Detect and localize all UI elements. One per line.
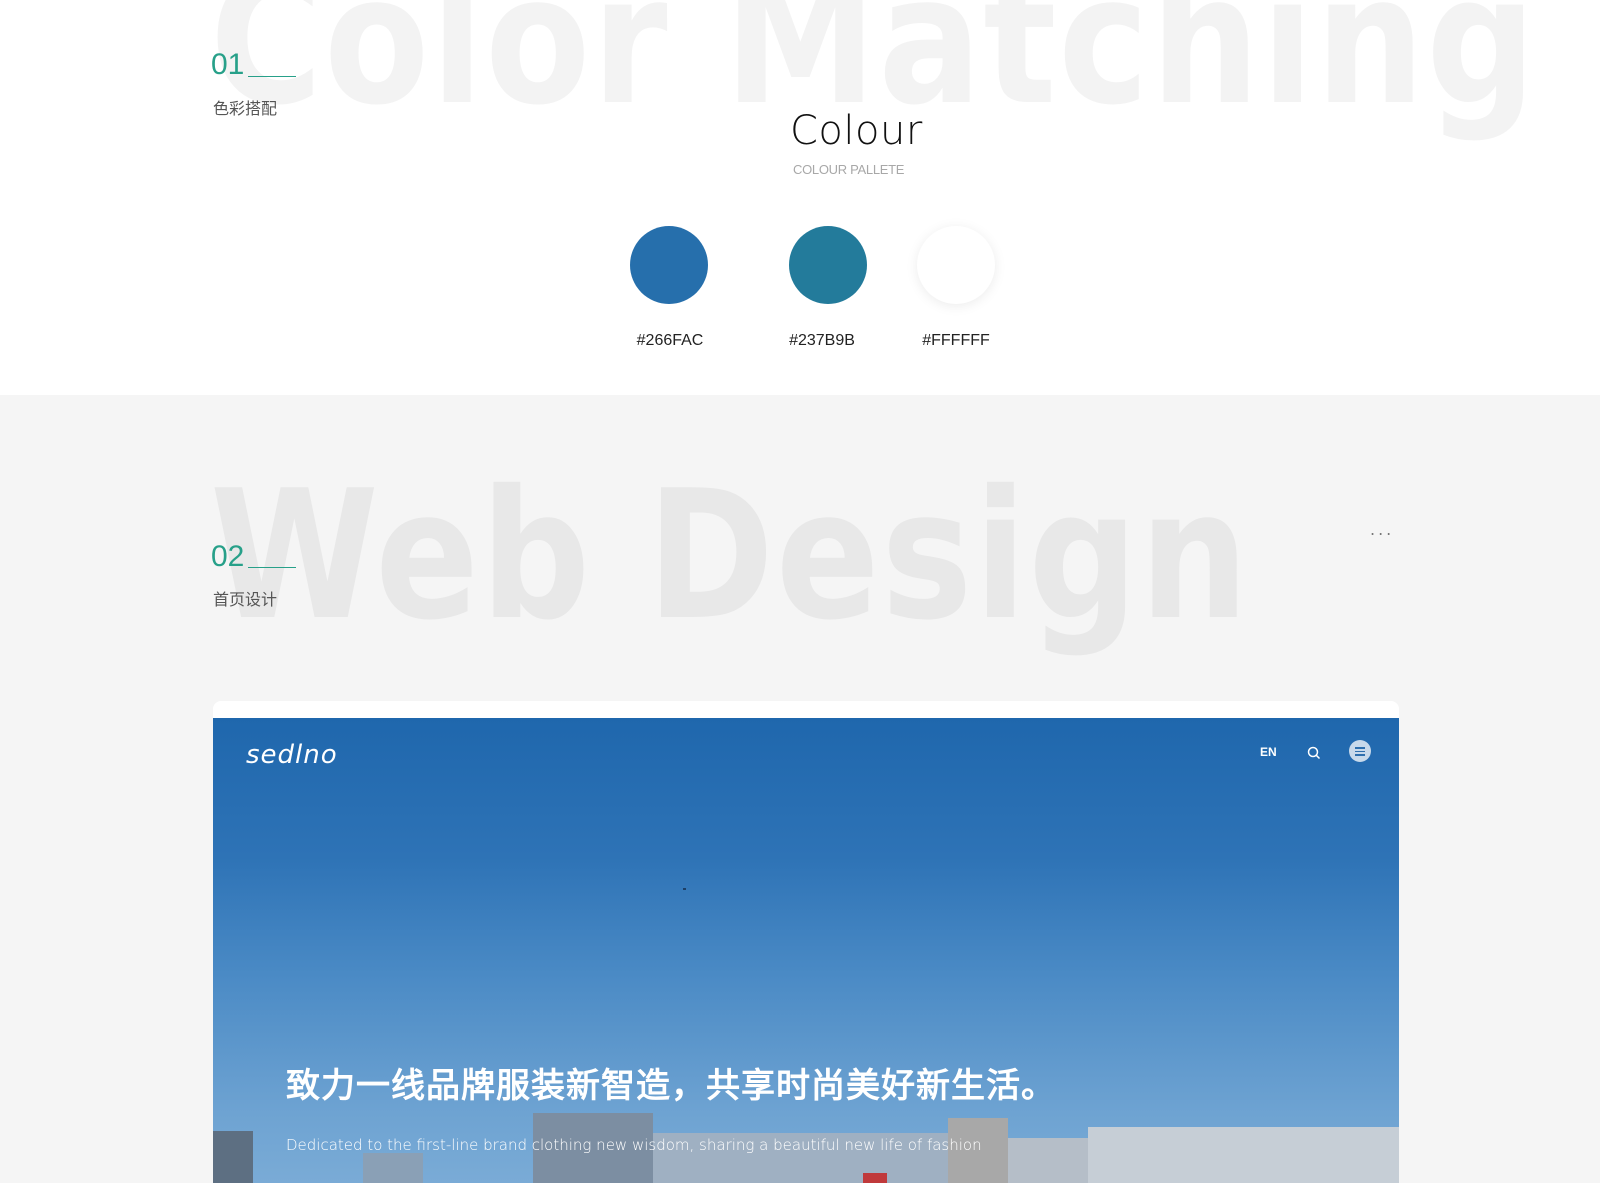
section-subtitle: 色彩搭配 (213, 99, 278, 118)
background-watermark-text: Web Design (210, 452, 1251, 659)
section-number: 02 (211, 540, 245, 573)
section-number-underline (248, 567, 296, 568)
swatch-label-blue: #266FAC (636, 332, 704, 349)
colour-section: Color Matching 01 色彩搭配 Colour COLOUR PAL… (0, 0, 1600, 395)
colour-swatch-white (917, 226, 995, 304)
section-number-underline (248, 76, 296, 77)
hero-banner: sedlno EN 致力一线品牌服装新智造，共享时尚美好新生活。 Dedicat… (213, 718, 1399, 1183)
swatch-label-white: #FFFFFF (922, 332, 990, 349)
web-design-section: Web Design 02 首页设计 ... sedlno EN 致力一线品牌服… (0, 395, 1600, 1183)
bird-speck (683, 888, 686, 890)
swatch-label-teal: #237B9B (789, 332, 855, 349)
colour-heading: Colour (790, 108, 923, 154)
language-switch[interactable]: EN (1260, 745, 1277, 759)
colour-subheading: COLOUR PALLETE (793, 162, 905, 177)
hero-tagline: Dedicated to the first-line brand clothi… (286, 1136, 982, 1154)
search-icon[interactable] (1306, 745, 1322, 761)
colour-swatch-blue (630, 226, 708, 304)
brand-logo[interactable]: sedlno (246, 740, 338, 770)
section-number: 01 (211, 48, 245, 81)
menu-icon[interactable] (1349, 740, 1371, 762)
hero-headline: 致力一线品牌服装新智造，共享时尚美好新生活。 (286, 1066, 1056, 1106)
colour-swatch-teal (789, 226, 867, 304)
homepage-mockup: sedlno EN 致力一线品牌服装新智造，共享时尚美好新生活。 Dedicat… (213, 701, 1399, 1183)
more-dots-icon[interactable]: ... (1370, 520, 1394, 539)
section-subtitle: 首页设计 (213, 590, 278, 609)
